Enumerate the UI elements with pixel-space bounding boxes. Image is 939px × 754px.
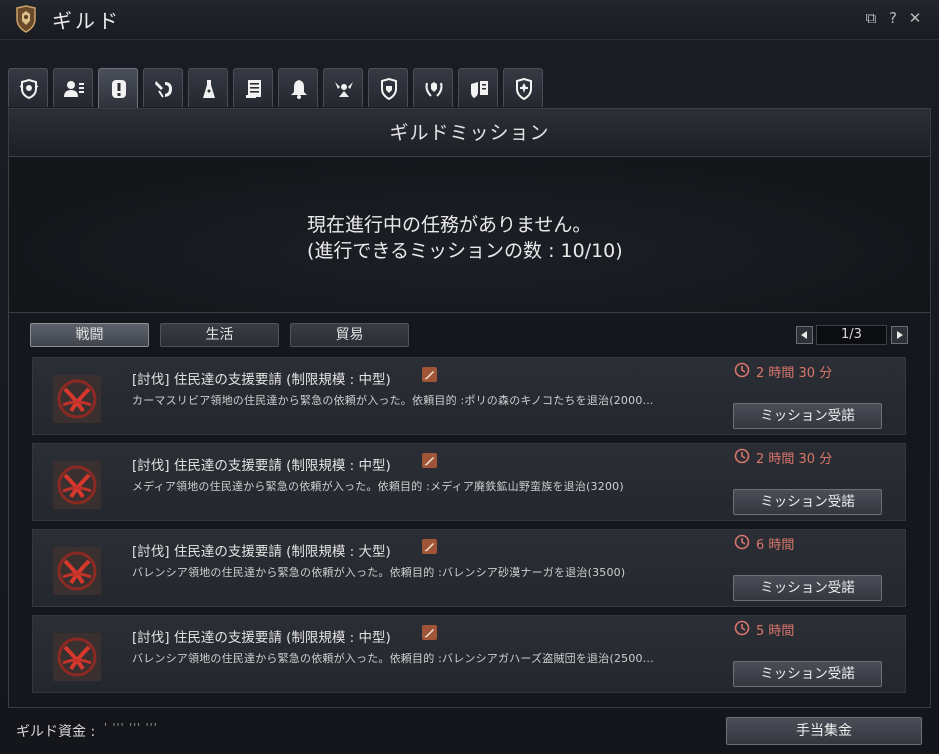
quill-icon <box>424 371 434 380</box>
guild-mission-panel: ギルドミッション 現在進行中の任務がありません。 (進行できるミッションの数 :… <box>8 108 931 708</box>
quill-icon <box>424 629 434 638</box>
mission-description: カーマスリビア領地の住民達から緊急の依頼が入った。依頼目的 :ポリの森のキノコた… <box>132 394 654 407</box>
guild-emblem-icon <box>16 5 36 33</box>
laurel-icon <box>425 82 443 97</box>
war-declaration-icon <box>335 82 353 97</box>
tab-guild-mission[interactable] <box>98 68 138 109</box>
category-combat-button[interactable]: 戦闘 <box>30 323 149 347</box>
combat-mission-icon <box>53 461 101 509</box>
fleur-icon <box>516 78 532 100</box>
mission-badge <box>422 539 437 554</box>
contract-shield-icon <box>471 81 488 98</box>
tab-guild-info[interactable] <box>8 68 48 107</box>
tab-notice[interactable] <box>233 68 273 107</box>
category-trade-button[interactable]: 貿易 <box>290 323 409 347</box>
category-life-button[interactable]: 生活 <box>160 323 279 347</box>
quill-icon <box>424 543 434 552</box>
tab-honor[interactable] <box>413 68 453 107</box>
mission-badge <box>422 625 437 640</box>
collect-allowance-button[interactable]: 手当集金 <box>726 717 922 745</box>
accept-mission-button[interactable]: ミッション受諾 <box>733 403 882 429</box>
bell-icon <box>291 80 307 99</box>
title-bar[interactable]: ギルド ⧉ ? ✕ <box>0 0 939 40</box>
rank-dress-icon <box>203 80 215 98</box>
tab-contract[interactable] <box>458 68 498 107</box>
mission-time-limit: 6 時間 <box>756 538 795 553</box>
mission-description: メディア領地の住民達から緊急の依頼が入った。依頼目的 :メディア廃鉄鉱山野蛮族を… <box>132 480 624 493</box>
mission-row: [討伐] 住民達の支援要請 (制限規模 : 中型) バレンシア領地の住民達から緊… <box>32 615 906 693</box>
panel-title: ギルドミッション <box>9 109 930 157</box>
page-next-button[interactable] <box>891 326 908 344</box>
clock-icon <box>734 362 750 378</box>
guild-funds-label: ギルド資金 : <box>16 724 96 740</box>
help-icon[interactable]: ? <box>884 9 902 27</box>
guild-funds-value: ' ''' ''' ''' <box>104 721 158 734</box>
available-mission-count: (進行できるミッションの数 : 10/10) <box>307 240 623 262</box>
skills-icon <box>155 81 172 98</box>
tab-war[interactable] <box>323 68 363 107</box>
mission-title: [討伐] 住民達の支援要請 (制限規模 : 中型) <box>132 630 391 646</box>
clock-icon <box>734 620 750 636</box>
status-message: 現在進行中の任務がありません。 <box>307 214 592 236</box>
mission-alert-icon <box>112 80 126 98</box>
window-title: ギルド <box>52 9 121 33</box>
combat-mission-icon <box>53 547 101 595</box>
tab-guild-shield[interactable] <box>368 68 408 107</box>
mission-status-area: 現在進行中の任務がありません。 (進行できるミッションの数 : 10/10) <box>9 158 930 313</box>
combat-mission-icon <box>53 633 101 681</box>
mission-row: [討伐] 住民達の支援要請 (制限規模 : 中型) カーマスリビア領地の住民達か… <box>32 357 906 435</box>
tab-skills[interactable] <box>143 68 183 107</box>
combat-mission-icon <box>53 375 101 423</box>
accept-mission-button[interactable]: ミッション受諾 <box>733 661 882 687</box>
mission-row: [討伐] 住民達の支援要請 (制限規模 : 大型) バレンシア領地の住民達から緊… <box>32 529 906 607</box>
mission-time-limit: 5 時間 <box>756 624 795 639</box>
mission-time-limit: 2 時間 30 分 <box>756 366 833 381</box>
accept-mission-button[interactable]: ミッション受諾 <box>733 489 882 515</box>
quill-icon <box>424 457 434 466</box>
mission-badge <box>422 367 437 382</box>
mission-description: バレンシア領地の住民達から緊急の依頼が入った。依頼目的 :バレンシア砂漠ナーガを… <box>132 566 626 579</box>
tab-rank[interactable] <box>188 68 228 107</box>
mission-row: [討伐] 住民達の支援要請 (制限規模 : 中型) メディア領地の住民達から緊急… <box>32 443 906 521</box>
mission-description: バレンシア領地の住民達から緊急の依頼が入った。依頼目的 :バレンシアガハーズ盗賊… <box>132 652 654 665</box>
mission-badge <box>422 453 437 468</box>
page-indicator: 1/3 <box>816 325 887 345</box>
restore-window-icon[interactable]: ⧉ <box>862 9 880 27</box>
page-prev-button[interactable] <box>796 326 813 344</box>
guild-window: ギルド ⧉ ? ✕ ギルドミッション 現在進行中の任務がありません。 (進行でき… <box>0 0 939 754</box>
members-icon <box>64 81 84 97</box>
guild-crest-icon <box>19 78 39 100</box>
tab-members[interactable] <box>53 68 93 107</box>
tab-alarm[interactable] <box>278 68 318 107</box>
guild-shield-icon <box>381 78 397 100</box>
mission-time-limit: 2 時間 30 分 <box>756 452 833 467</box>
clock-icon <box>734 534 750 550</box>
close-icon[interactable]: ✕ <box>906 9 924 27</box>
mission-title: [討伐] 住民達の支援要請 (制限規模 : 中型) <box>132 372 391 388</box>
accept-mission-button[interactable]: ミッション受諾 <box>733 575 882 601</box>
tab-alliance[interactable] <box>503 68 543 107</box>
notice-board-icon <box>246 80 261 98</box>
clock-icon <box>734 448 750 464</box>
mission-title: [討伐] 住民達の支援要請 (制限規模 : 大型) <box>132 544 391 560</box>
mission-title: [討伐] 住民達の支援要請 (制限規模 : 中型) <box>132 458 391 474</box>
